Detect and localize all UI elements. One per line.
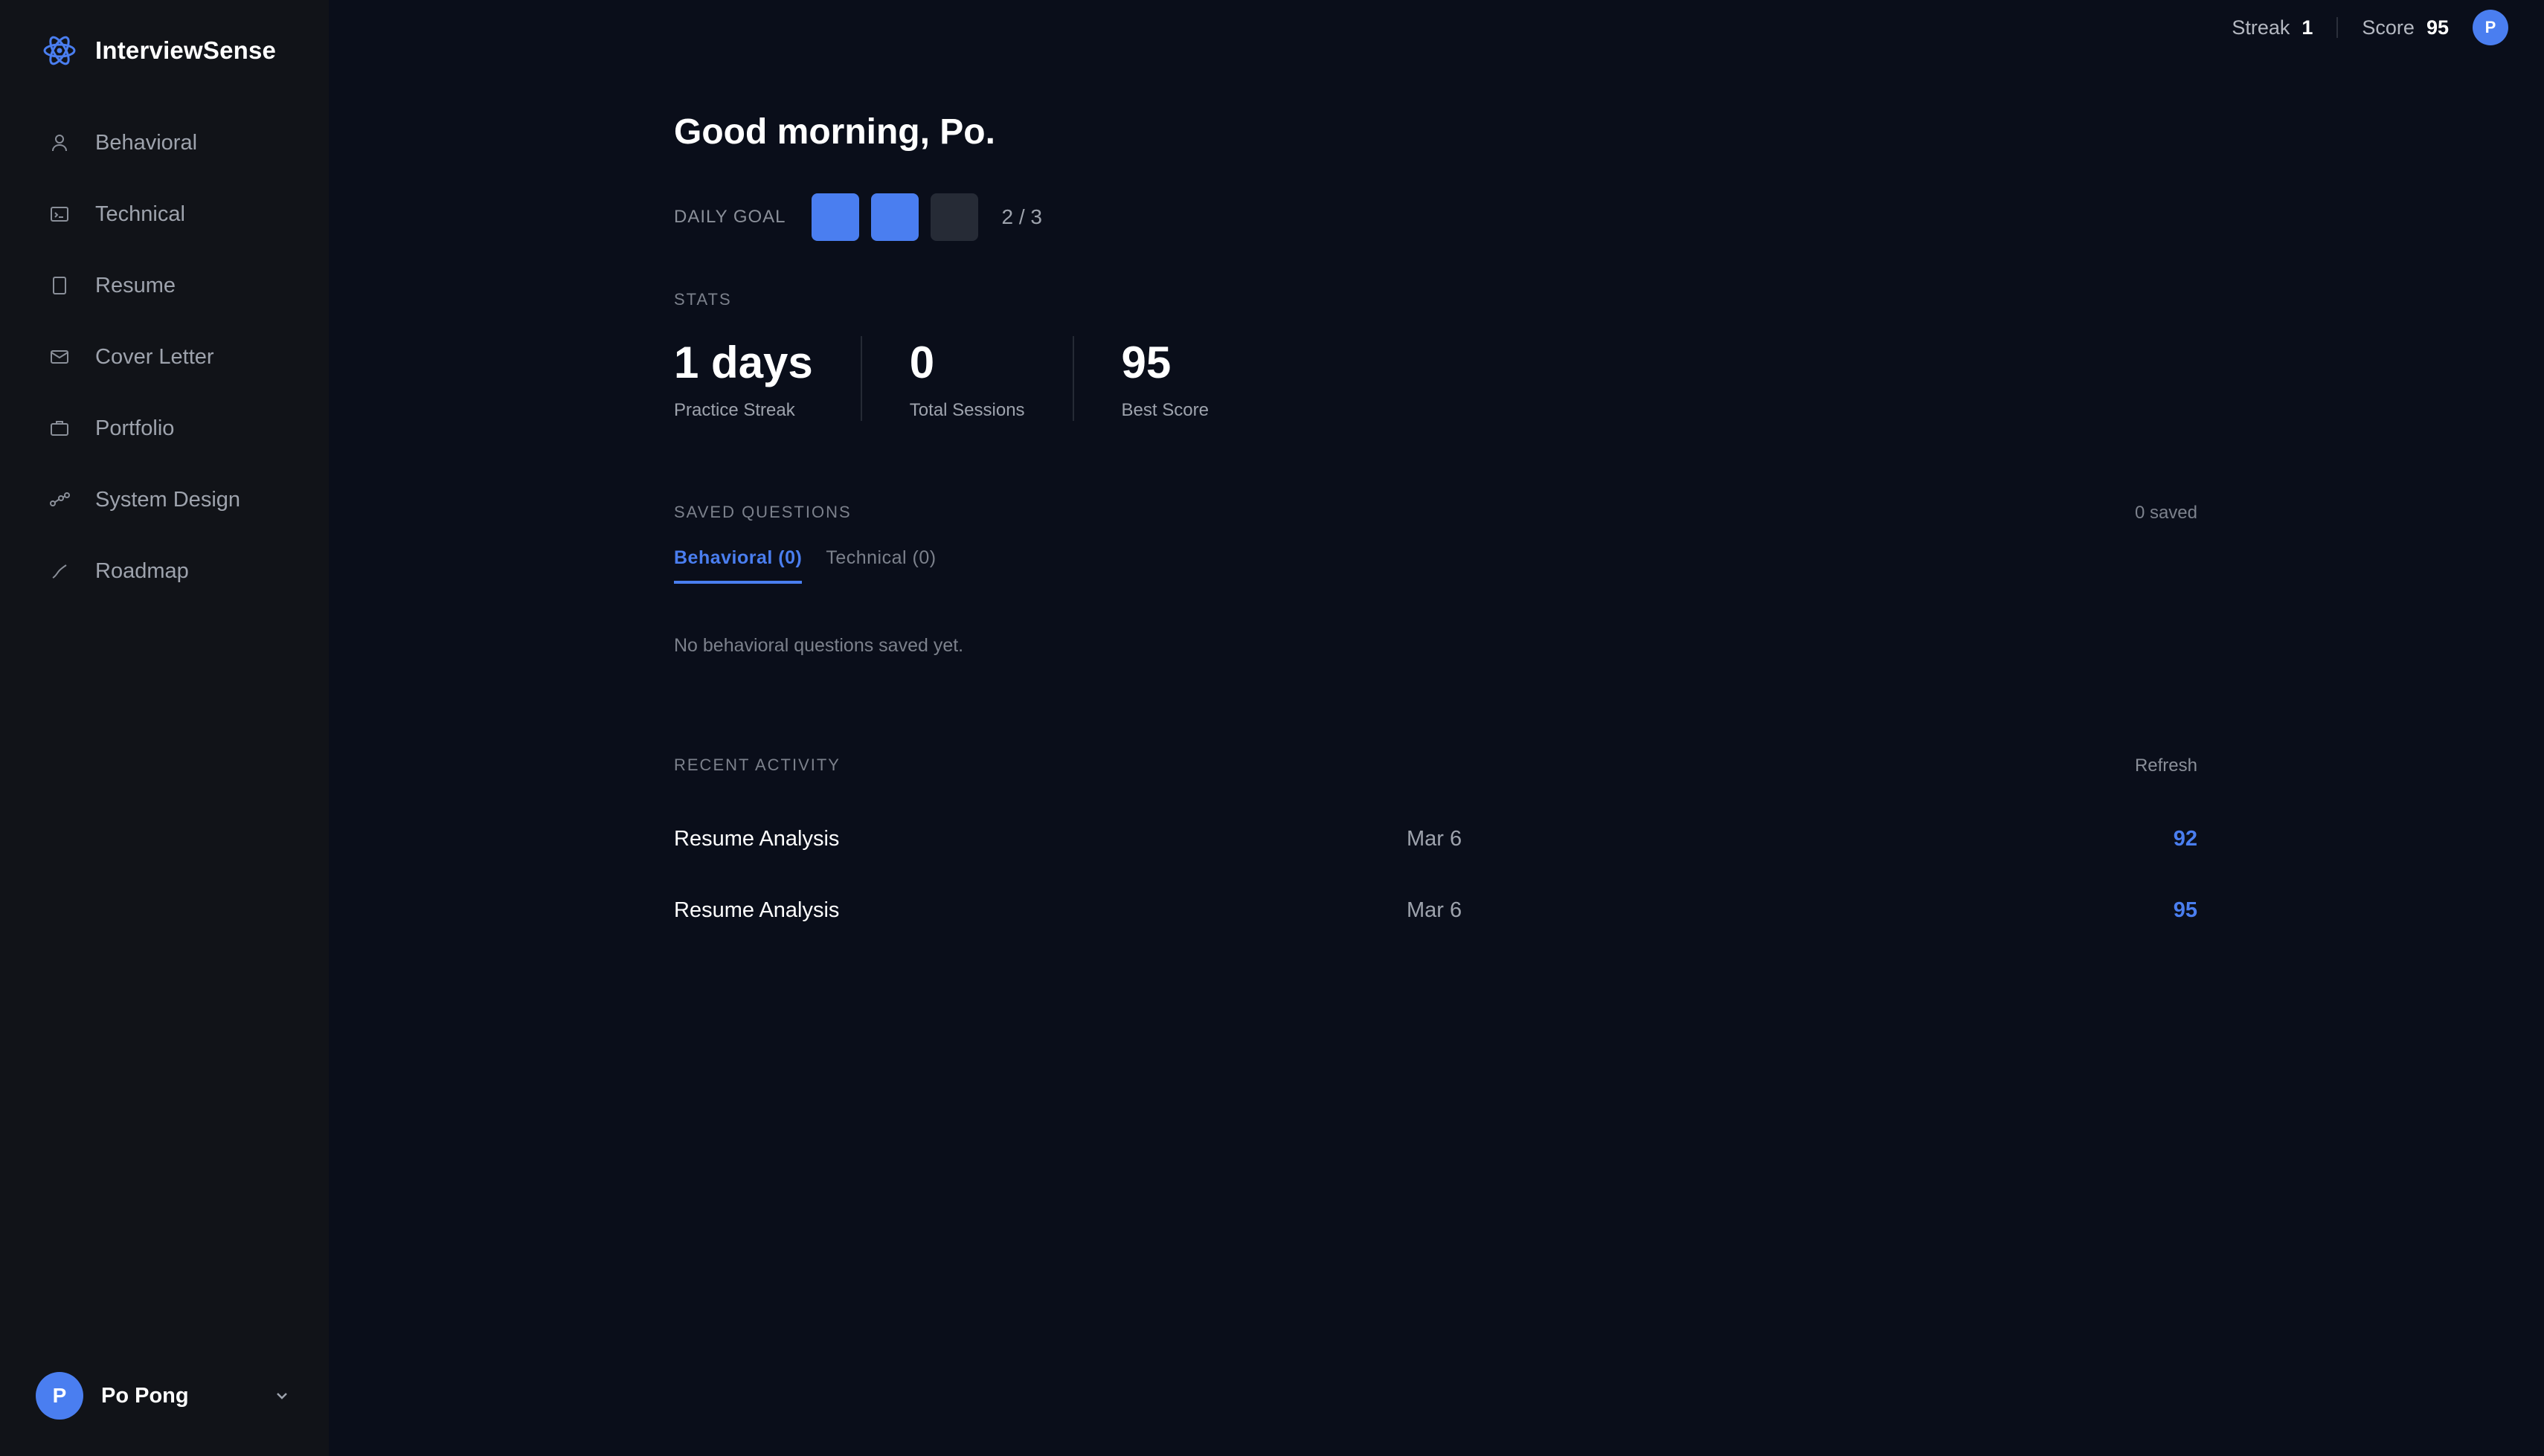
- tab-behavioral[interactable]: Behavioral (0): [674, 547, 803, 584]
- sidebar: InterviewSense Behavioral Technical Resu…: [0, 0, 329, 1456]
- daily-goal: DAILY GOAL 2 / 3: [674, 192, 1042, 242]
- user-name: Po Pong: [101, 1383, 189, 1408]
- saved-questions-label: SAVED QUESTIONS: [674, 503, 852, 521]
- divider: [2336, 17, 2339, 38]
- avatar: P: [36, 1372, 83, 1420]
- activity-title: Resume Analysis: [674, 898, 840, 922]
- chevron-down-icon[interactable]: [271, 1385, 293, 1407]
- stat-total-sessions: 0 Total Sessions: [860, 336, 1073, 421]
- list-item[interactable]: Resume Analysis Mar 6 95: [674, 874, 2197, 946]
- goal-box-complete: [811, 193, 859, 241]
- person-icon: [48, 131, 71, 155]
- stat-value: 1 days: [674, 338, 813, 387]
- recent-activity-list: Resume Analysis Mar 6 92 Resume Analysis…: [674, 803, 2197, 946]
- stat-best-score: 95 Best Score: [1072, 336, 1256, 421]
- briefcase-icon: [48, 416, 71, 440]
- streak-label: Streak: [2232, 16, 2290, 39]
- activity-date: Mar 6: [1407, 826, 1462, 851]
- sidebar-item-label: System Design: [95, 487, 241, 512]
- sidebar-item-label: Behavioral: [95, 130, 198, 155]
- stat-value: 95: [1121, 338, 1172, 387]
- nodes-icon: [48, 488, 71, 512]
- activity-score: 92: [2173, 826, 2197, 851]
- stat-practice-streak: 1 days Practice Streak: [674, 336, 861, 421]
- streak-value: 1: [2302, 16, 2313, 39]
- stats-label: STATS: [674, 290, 732, 309]
- sidebar-item-roadmap[interactable]: Roadmap: [30, 535, 299, 607]
- daily-goal-progress: [811, 193, 990, 241]
- daily-goal-count: 2 / 3: [1001, 205, 1042, 228]
- brand[interactable]: InterviewSense: [42, 33, 276, 68]
- topbar: Streak 1 Score 95 P: [2232, 10, 2508, 45]
- sidebar-item-portfolio[interactable]: Portfolio: [30, 393, 299, 464]
- trend-icon: [48, 559, 71, 583]
- stat-value: 0: [909, 338, 935, 387]
- document-icon: [48, 274, 71, 297]
- list-item[interactable]: Resume Analysis Mar 6 92: [674, 803, 2197, 874]
- sidebar-item-label: Portfolio: [95, 416, 175, 440]
- sidebar-nav: Behavioral Technical Resume Cover Letter…: [30, 107, 299, 607]
- sidebar-item-label: Roadmap: [95, 558, 189, 583]
- daily-goal-label: DAILY GOAL: [674, 207, 786, 227]
- goal-box-incomplete: [930, 193, 978, 241]
- app-name: InterviewSense: [95, 36, 277, 64]
- stat-caption: Total Sessions: [909, 400, 1025, 420]
- stat-caption: Best Score: [1121, 400, 1209, 420]
- activity-date: Mar 6: [1407, 898, 1462, 922]
- sidebar-item-resume[interactable]: Resume: [30, 250, 299, 321]
- stat-caption: Practice Streak: [674, 400, 795, 420]
- empty-state-message: No behavioral questions saved yet.: [674, 635, 964, 656]
- mail-icon: [48, 345, 71, 369]
- profile-avatar[interactable]: P: [2473, 10, 2508, 45]
- app-window: InterviewSense Behavioral Technical Resu…: [0, 0, 2544, 1456]
- sidebar-item-behavioral[interactable]: Behavioral: [30, 107, 299, 178]
- activity-title: Resume Analysis: [674, 826, 840, 851]
- sidebar-item-cover-letter[interactable]: Cover Letter: [30, 321, 299, 393]
- sidebar-item-label: Technical: [95, 202, 185, 226]
- sidebar-item-technical[interactable]: Technical: [30, 178, 299, 250]
- sidebar-item-system-design[interactable]: System Design: [30, 464, 299, 535]
- sidebar-item-label: Resume: [95, 273, 176, 297]
- saved-questions-tabs: Behavioral (0) Technical (0): [674, 547, 960, 584]
- user-menu[interactable]: P Po Pong: [36, 1371, 293, 1420]
- atom-logo-icon: [42, 33, 77, 68]
- tab-technical[interactable]: Technical (0): [826, 547, 936, 584]
- saved-count: 0 saved: [2134, 503, 2197, 523]
- page-title: Good morning, Po.: [674, 112, 995, 152]
- refresh-button[interactable]: Refresh: [2135, 756, 2197, 776]
- score-label: Score: [2362, 16, 2415, 39]
- sidebar-item-label: Cover Letter: [95, 344, 214, 369]
- activity-score: 95: [2173, 898, 2197, 922]
- stats-row: 1 days Practice Streak 0 Total Sessions …: [674, 336, 1256, 421]
- recent-activity-label: RECENT ACTIVITY: [674, 756, 841, 774]
- score-value: 95: [2426, 16, 2449, 39]
- terminal-icon: [48, 202, 71, 226]
- goal-box-complete: [870, 193, 919, 241]
